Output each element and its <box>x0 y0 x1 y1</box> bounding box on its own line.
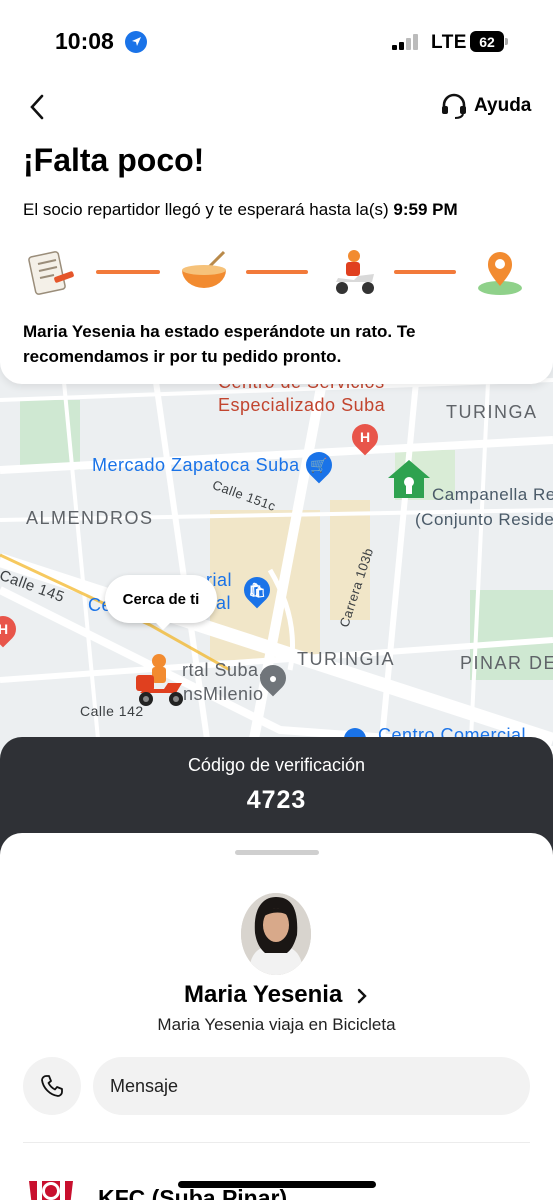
drag-handle[interactable] <box>235 850 319 855</box>
map-label-almendros: ALMENDROS <box>26 508 154 528</box>
progress-bar-1 <box>96 270 160 274</box>
waiting-message: Maria Yesenia ha estado esperándote un r… <box>23 322 416 366</box>
home-pin-icon[interactable] <box>386 458 432 502</box>
signal-icon <box>392 34 418 50</box>
page-title: ¡Falta poco! <box>23 142 205 178</box>
verification-code: 4723 <box>246 786 307 814</box>
courier-avatar <box>241 893 311 975</box>
courier-icon <box>336 250 374 294</box>
near-you-label: Cerca de ti <box>122 590 200 608</box>
verification-label: Código de verificación <box>187 755 366 775</box>
map-label-portal: rtal Suba, <box>182 660 265 680</box>
progress-bar-3 <box>394 270 456 274</box>
wait-until-time: 9:59 PM <box>393 200 458 219</box>
help-button[interactable]: Ayuda <box>440 92 531 120</box>
message-input[interactable]: Mensaje <box>93 1057 530 1115</box>
courier-sheet[interactable]: Maria Yesenia Maria Yesenia viaja en Bic… <box>0 833 553 1200</box>
map-label-turingia: TURINGIA <box>297 649 396 669</box>
call-button[interactable] <box>23 1057 81 1115</box>
cooking-icon <box>182 250 226 288</box>
map-label-transmilenio: nsMilenio <box>183 684 264 704</box>
battery-level: 62 <box>479 33 495 50</box>
chevron-right-icon <box>357 988 367 1003</box>
status-time: 10:08 <box>55 28 114 54</box>
delivery-map[interactable]: Centro de Servicios Especializado Suba T… <box>0 340 553 760</box>
battery-icon: 62 <box>470 31 508 52</box>
wait-until-label: El socio repartidor llegó y te esperará … <box>23 200 389 219</box>
divider <box>23 1142 530 1143</box>
message-placeholder: Mensaje <box>110 1075 179 1096</box>
status-bar: 10:08 LTE 62 <box>0 0 553 80</box>
top-sheet: 10:08 LTE 62 Ayuda ¡Falta poco! El socio… <box>0 0 553 384</box>
courier-vehicle: Maria Yesenia viaja en Bicicleta <box>157 1015 396 1034</box>
home-indicator[interactable] <box>178 1181 376 1188</box>
chevron-left-icon <box>30 94 44 120</box>
progress-bar-2 <box>246 270 308 274</box>
help-label: Ayuda <box>474 95 532 116</box>
courier-profile-link[interactable]: Maria Yesenia <box>0 981 553 1009</box>
courier-name: Maria Yesenia <box>183 981 343 1008</box>
phone-icon <box>41 1075 63 1097</box>
order-progress <box>24 246 530 298</box>
courier-scooter-icon[interactable] <box>134 653 188 709</box>
wait-until-text: El socio repartidor llegó y te esperará … <box>23 200 458 220</box>
map-label-turinga: TURINGA <box>446 402 538 422</box>
map-label-al: al <box>216 593 232 613</box>
map-label-especializado: Especializado Suba <box>218 395 386 415</box>
order-icon <box>28 251 74 295</box>
network-type: LTE <box>431 32 467 53</box>
map-label-conjunto: (Conjunto Reside <box>415 510 553 529</box>
near-you-bubble: Cerca de ti <box>105 575 217 630</box>
location-arrow-icon <box>125 31 147 53</box>
kfc-logo <box>27 1175 75 1200</box>
back-button[interactable] <box>24 92 54 122</box>
destination-icon <box>478 252 522 295</box>
map-label-campanella: Campanella Rese <box>432 485 553 504</box>
headset-icon <box>442 93 466 119</box>
map-label-mercado: Mercado Zapatoca Suba <box>92 455 300 475</box>
map-label-pinar: PINAR DE <box>460 653 553 673</box>
